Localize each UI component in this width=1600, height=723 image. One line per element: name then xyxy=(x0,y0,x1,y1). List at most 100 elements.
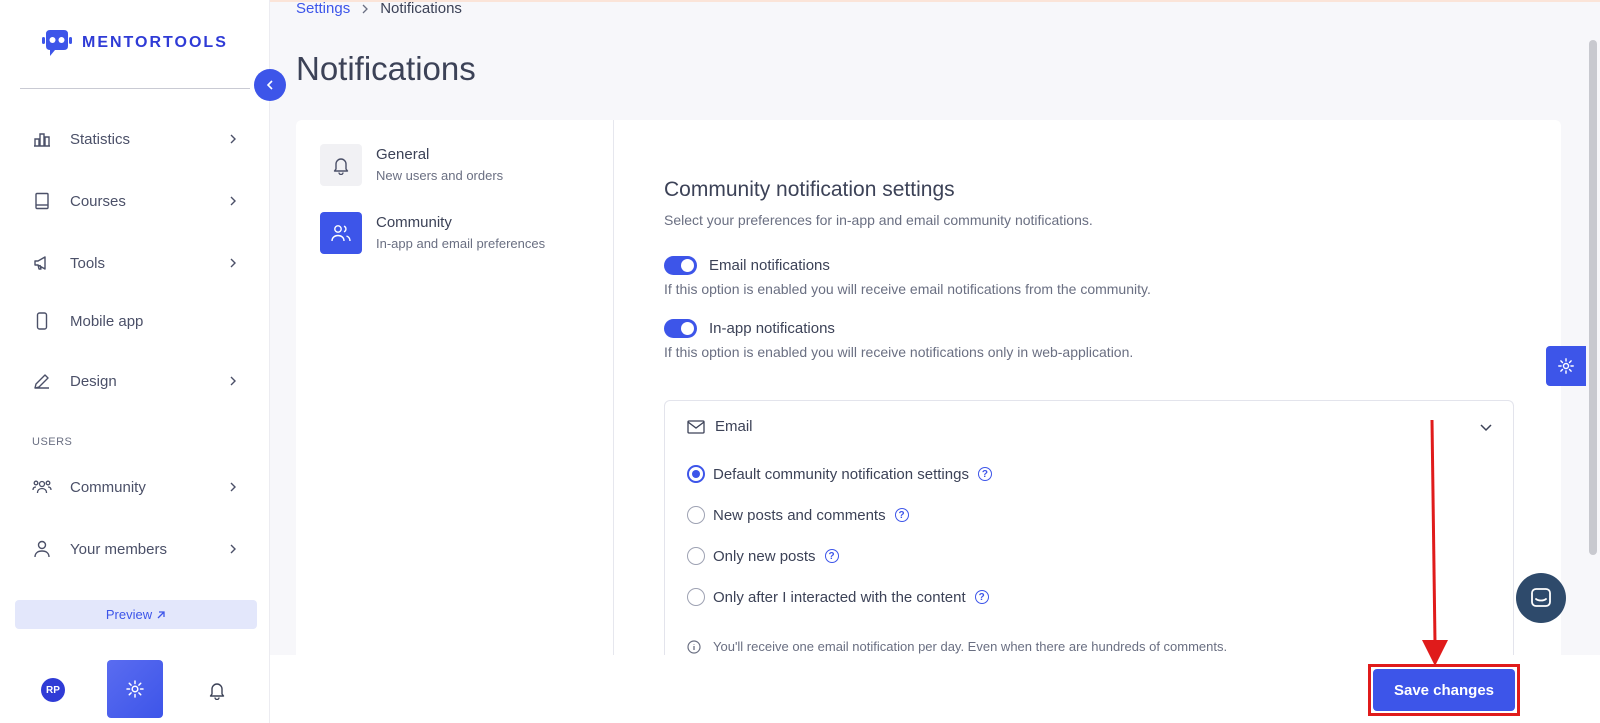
category-title: General xyxy=(376,146,430,163)
sidebar-item-label: Courses xyxy=(70,192,126,210)
category-subtitle: In-app and email preferences xyxy=(376,236,546,251)
radio-label: Default community notification settings xyxy=(713,465,969,483)
info-icon xyxy=(687,639,701,654)
radio-option-after-interaction[interactable]: Only after I interacted with the content… xyxy=(687,588,989,606)
email-accordion: Email Default community notification set… xyxy=(664,400,1514,670)
sidebar-item-label: Mobile app xyxy=(70,312,144,330)
book-icon xyxy=(35,192,49,210)
sidebar-item-courses[interactable]: Courses xyxy=(20,181,245,221)
radio-option-new-posts-comments[interactable]: New posts and comments ? xyxy=(687,506,909,524)
help-icon[interactable]: ? xyxy=(894,508,909,522)
sidebar-item-community[interactable]: Community xyxy=(20,467,245,507)
section-heading: Community notification settings xyxy=(664,178,955,201)
sidebar-item-mobile-app[interactable]: Mobile app xyxy=(20,301,245,341)
email-accordion-header[interactable]: Email xyxy=(687,418,753,435)
category-title: Community xyxy=(376,214,452,231)
community-settings: Community notification settings Select y… xyxy=(664,178,1514,360)
radio-option-only-new-posts[interactable]: Only new posts ? xyxy=(687,547,839,565)
chevron-right-icon xyxy=(230,196,236,206)
page-title: Notifications xyxy=(296,50,476,87)
radio-button[interactable] xyxy=(687,506,705,524)
external-link-icon xyxy=(157,610,165,618)
sidebar-item-label: Tools xyxy=(70,254,106,272)
gear-icon xyxy=(126,680,144,698)
toggle-description: If this option is enabled you will recei… xyxy=(664,281,1151,297)
scrollbar-thumb[interactable] xyxy=(1589,40,1597,555)
help-icon[interactable]: ? xyxy=(824,549,839,563)
phone-icon xyxy=(36,312,48,330)
top-border xyxy=(270,0,1600,2)
email-notifications-toggle[interactable] xyxy=(664,256,697,275)
chevron-left-icon xyxy=(266,80,273,90)
settings-button[interactable] xyxy=(107,660,163,718)
section-label-users: USERS xyxy=(32,436,73,448)
category-icon-tile xyxy=(320,144,362,186)
brand-name: MENTORTOOLS xyxy=(82,34,228,51)
envelope-icon xyxy=(687,419,705,434)
toggle-label: In-app notifications xyxy=(709,320,835,337)
chevron-right-icon xyxy=(230,482,236,492)
help-icon[interactable]: ? xyxy=(977,467,992,481)
pen-icon xyxy=(34,374,49,389)
category-list: General New users and orders Community I… xyxy=(296,120,614,660)
sidebar-item-design[interactable]: Design xyxy=(20,361,245,401)
radio-button[interactable] xyxy=(687,465,705,483)
chevron-down-icon[interactable] xyxy=(1479,421,1493,435)
sidebar-item-tools[interactable]: Tools xyxy=(20,243,245,283)
sidebar-item-label: Community xyxy=(70,478,146,496)
floating-settings-button[interactable] xyxy=(1546,346,1586,386)
chat-icon xyxy=(1531,588,1551,607)
info-note: You'll receive one email notification pe… xyxy=(687,639,1227,654)
breadcrumb: Settings Notifications xyxy=(296,0,462,17)
help-icon[interactable]: ? xyxy=(974,590,989,604)
breadcrumb-current: Notifications xyxy=(380,0,462,17)
in-app-notifications-toggle[interactable] xyxy=(664,319,697,338)
people-icon xyxy=(32,480,52,494)
annotation-arrow-icon xyxy=(1422,419,1448,666)
in-app-notifications-row: In-app notifications xyxy=(664,319,1514,338)
email-notifications-row: Email notifications xyxy=(664,256,1514,275)
sidebar-item-your-members[interactable]: Your members xyxy=(20,529,245,569)
gear-icon xyxy=(1558,358,1574,374)
preview-button[interactable]: Preview xyxy=(15,600,257,629)
category-subtitle: New users and orders xyxy=(376,168,504,183)
bar-chart-icon xyxy=(34,133,50,147)
chevron-right-icon xyxy=(230,258,236,268)
radio-option-default[interactable]: Default community notification settings … xyxy=(687,465,992,483)
category-icon-tile xyxy=(320,212,362,254)
brand-logo[interactable]: MENTORTOOLS xyxy=(40,26,228,60)
email-accordion-title: Email xyxy=(715,418,753,435)
sidebar-item-label: Design xyxy=(70,372,117,390)
chevron-right-icon xyxy=(230,544,236,554)
people-icon xyxy=(331,225,351,242)
info-text: You'll receive one email notification pe… xyxy=(713,639,1228,654)
chevron-right-icon xyxy=(230,376,236,386)
category-general[interactable]: General New users and orders xyxy=(320,144,503,186)
section-description: Select your preferences for in-app and e… xyxy=(664,212,1093,228)
settings-card: General New users and orders Community I… xyxy=(296,120,1561,670)
toggle-label: Email notifications xyxy=(709,257,830,274)
category-text: General New users and orders xyxy=(376,144,503,186)
sidebar-item-label: Your members xyxy=(70,540,167,558)
toggle-description: If this option is enabled you will recei… xyxy=(664,344,1134,360)
preview-label: Preview xyxy=(105,607,153,622)
radio-label: Only after I interacted with the content xyxy=(713,588,966,606)
chevron-right-icon xyxy=(362,4,369,13)
avatar[interactable]: RP xyxy=(41,678,65,702)
breadcrumb-settings-link[interactable]: Settings xyxy=(296,0,350,17)
sidebar-item-statistics[interactable]: Statistics xyxy=(20,119,245,159)
chat-launcher-button[interactable] xyxy=(1516,573,1566,623)
person-icon xyxy=(34,540,50,558)
divider xyxy=(20,88,250,89)
chevron-right-icon xyxy=(230,134,236,144)
sidebar-item-label: Statistics xyxy=(70,130,131,148)
radio-button[interactable] xyxy=(687,588,705,606)
radio-label: New posts and comments xyxy=(713,506,886,524)
bell-icon[interactable] xyxy=(207,680,227,700)
radio-button[interactable] xyxy=(687,547,705,565)
save-changes-button[interactable]: Save changes xyxy=(1373,669,1515,711)
sidebar: MENTORTOOLS Statistics Courses Tools Mob… xyxy=(0,0,270,723)
collapse-sidebar-button[interactable] xyxy=(254,69,286,101)
category-text: Community In-app and email preferences xyxy=(376,212,545,254)
category-community[interactable]: Community In-app and email preferences xyxy=(320,212,545,254)
